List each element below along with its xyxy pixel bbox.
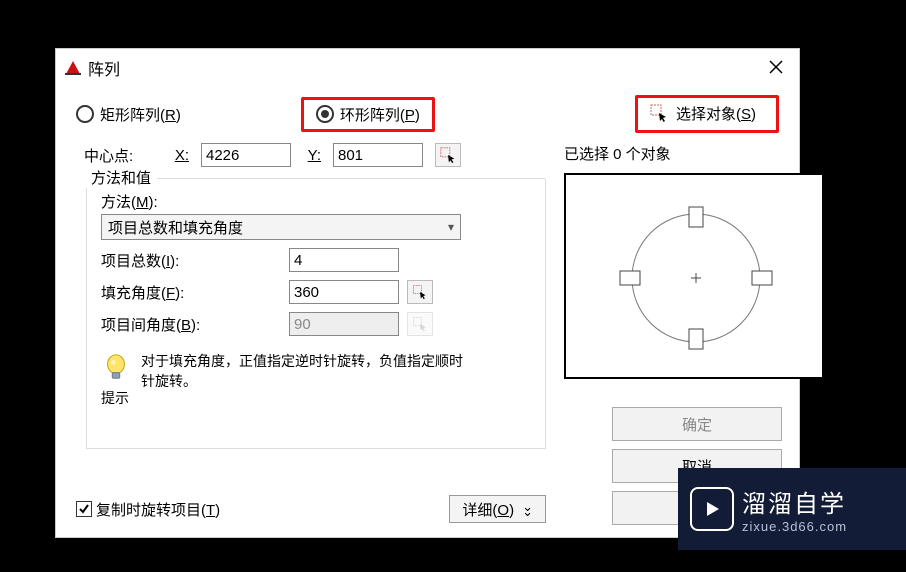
highlight-polar-array: 环形阵列(P): [301, 97, 435, 132]
total-items-input[interactable]: [289, 248, 399, 272]
ok-button[interactable]: 确定: [612, 407, 782, 441]
total-items-label: 项目总数(I):: [101, 250, 281, 271]
center-point-row: 中心点: X: Y:: [56, 139, 799, 173]
watermark-url: zixue.3d66.com: [742, 519, 847, 534]
hint-title: 提示: [101, 388, 131, 408]
method-value-fieldset: 方法和值 方法(M): 项目总数和填充角度 ▾ 项目总数(I): 填充角度(F)…: [86, 179, 546, 449]
select-objects-button[interactable]: 选择对象(S): [676, 103, 756, 124]
method-label: 方法(M):: [101, 191, 531, 212]
highlight-select-objects: 选择对象(S): [635, 95, 779, 133]
polar-array-radio[interactable]: 环形阵列(P): [316, 104, 420, 125]
watermark-text: 溜溜自学: [742, 484, 847, 519]
array-dialog: 阵列 矩形阵列(R) 环形阵列(P) 选择对象(S) 已选择 0 个对象 中心点…: [55, 48, 800, 538]
array-preview: [564, 173, 824, 379]
titlebar: 阵列: [56, 49, 799, 87]
close-icon: [768, 59, 784, 75]
rect-array-radio[interactable]: 矩形阵列(R): [76, 104, 181, 125]
pick-angle-icon: [412, 316, 428, 332]
dialog-title: 阵列: [88, 56, 120, 80]
center-point-label: 中心点:: [84, 145, 159, 166]
fill-angle-input[interactable]: [289, 280, 399, 304]
pick-point-icon: [439, 146, 457, 164]
rotate-copies-checkbox[interactable]: 复制时旋转项目(T): [76, 499, 220, 520]
chevron-down-icon: ▾: [448, 220, 454, 234]
lightbulb-icon: [101, 352, 131, 382]
selection-status: 已选择 0 个对象: [564, 143, 671, 164]
play-icon: [690, 487, 734, 531]
checkbox-icon: [76, 501, 92, 517]
pick-center-button[interactable]: [435, 143, 461, 167]
double-chevron-down-icon: ⌄⌄: [522, 502, 533, 516]
fieldset-legend: 方法和值: [85, 167, 157, 188]
pick-angle-icon: [412, 284, 428, 300]
radio-icon: [76, 105, 94, 123]
close-button[interactable]: [761, 53, 791, 81]
center-y-input[interactable]: [333, 143, 423, 167]
radio-icon: [316, 105, 334, 123]
app-icon: [64, 59, 82, 77]
hint-text: 对于填充角度，正值指定逆时针旋转，负值指定顺时针旋转。: [141, 352, 471, 391]
angle-between-input: [289, 312, 399, 336]
center-x-input[interactable]: [201, 143, 291, 167]
pick-fill-angle-button[interactable]: [407, 280, 433, 304]
method-selected: 项目总数和填充角度: [108, 217, 243, 238]
dialog-bottom-row: 复制时旋转项目(T) 详细(O) ⌄⌄: [76, 495, 546, 523]
watermark: 溜溜自学 zixue.3d66.com: [678, 468, 906, 550]
details-button[interactable]: 详细(O) ⌄⌄: [449, 495, 546, 523]
pick-between-angle-button: [407, 312, 433, 336]
angle-between-label: 项目间角度(B):: [101, 314, 281, 335]
method-dropdown[interactable]: 项目总数和填充角度 ▾: [101, 214, 461, 240]
hint-section: 提示 对于填充角度，正值指定逆时针旋转，负值指定顺时针旋转。: [101, 352, 531, 408]
select-objects-icon: [648, 102, 670, 124]
fill-angle-label: 填充角度(F):: [101, 282, 281, 303]
array-type-row: 矩形阵列(R) 环形阵列(P) 选择对象(S): [56, 87, 799, 139]
